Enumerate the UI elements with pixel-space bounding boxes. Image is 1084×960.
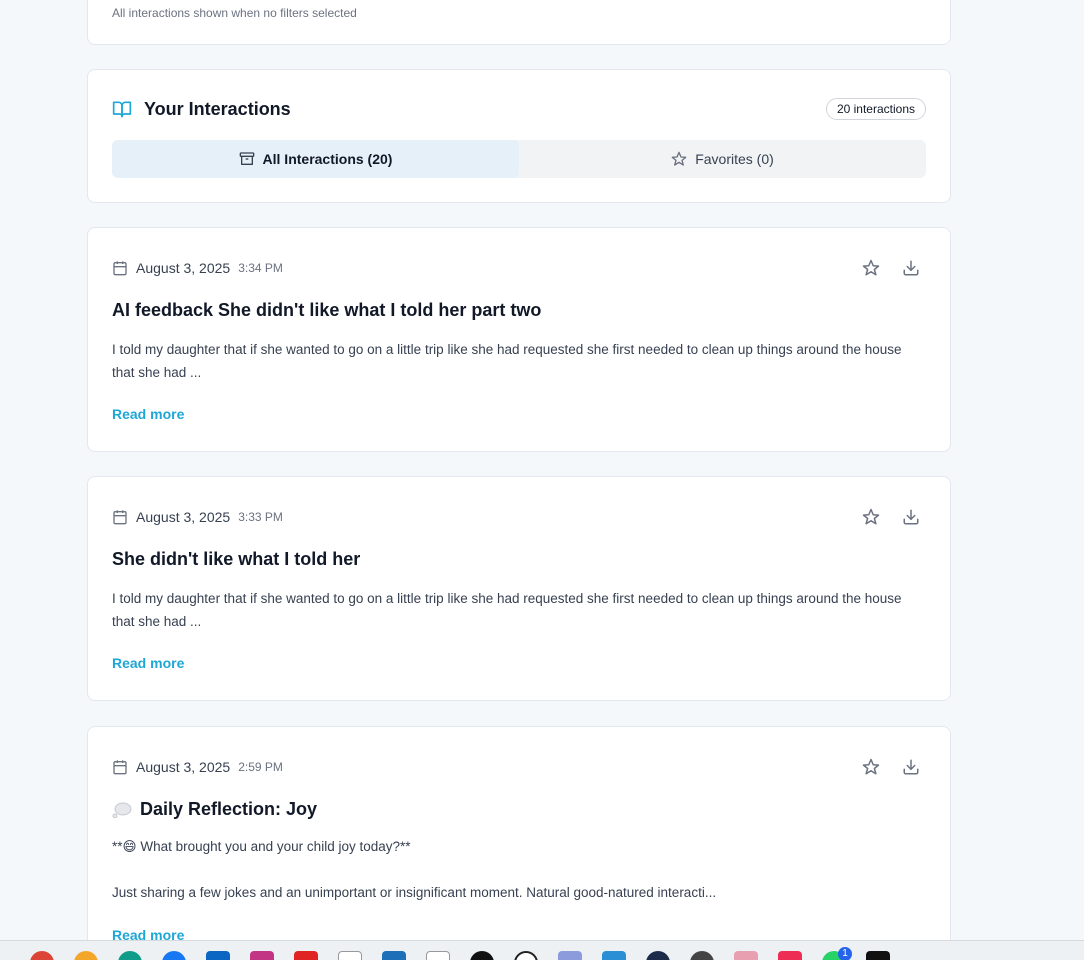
interaction-date: August 3, 2025 <box>136 260 231 276</box>
star-icon <box>671 151 687 166</box>
linkedin-icon[interactable] <box>206 951 230 960</box>
card-actions <box>862 758 920 776</box>
card-actions <box>862 259 920 277</box>
star-icon <box>862 259 880 276</box>
music-icon[interactable] <box>778 951 802 960</box>
openai-icon[interactable] <box>514 951 538 960</box>
page-title: Your Interactions <box>144 99 291 119</box>
favorite-button[interactable] <box>862 758 880 776</box>
interaction-time: 3:34 PM <box>238 261 283 275</box>
star-icon <box>862 758 880 775</box>
tiktok-icon[interactable] <box>470 951 494 960</box>
download-icon <box>903 759 919 775</box>
favorite-button[interactable] <box>862 259 880 277</box>
calendar-icon <box>113 760 127 775</box>
notepad-icon[interactable] <box>426 951 450 960</box>
favorite-button[interactable] <box>862 508 880 526</box>
date-row: August 3, 2025 3:33 PM <box>112 509 283 525</box>
word-icon[interactable] <box>382 951 406 960</box>
interaction-title-text: She didn't like what I told her <box>112 549 361 569</box>
interaction-body: I told my daughter that if she wanted to… <box>112 342 902 380</box>
chrome-icon[interactable] <box>30 951 54 960</box>
app-icon[interactable] <box>690 951 714 960</box>
download-button[interactable] <box>902 508 920 526</box>
body-line-1: **😄 What brought you and your child joy … <box>112 839 411 854</box>
tab-favorites[interactable]: Favorites (0) <box>519 140 926 178</box>
book-open-icon <box>112 101 132 118</box>
read-more-link[interactable]: Read more <box>112 406 184 422</box>
facebook-icon[interactable] <box>162 951 186 960</box>
edge-icon[interactable] <box>118 951 142 960</box>
instagram-icon[interactable] <box>250 951 274 960</box>
interaction-tabs: All Interactions (20) Favorites (0) <box>112 140 926 178</box>
interaction-date: August 3, 2025 <box>136 509 231 525</box>
body-line-2: Just sharing a few jokes and an unimport… <box>112 885 717 900</box>
interaction-body: I told my daughter that if she wanted to… <box>112 591 902 629</box>
app-icon[interactable] <box>734 951 758 960</box>
notification-badge: 1 <box>838 947 852 960</box>
interaction-title-text: Daily Reflection: Joy <box>140 799 318 819</box>
app-icon[interactable] <box>866 951 890 960</box>
interactions-header-card: Your Interactions 20 interactions All In… <box>87 69 951 203</box>
interaction-time: 3:33 PM <box>238 510 283 524</box>
date-row: August 3, 2025 2:59 PM <box>112 759 283 775</box>
calendar-icon <box>113 510 127 525</box>
thought-balloon-icon <box>112 802 132 818</box>
firefox-icon[interactable] <box>74 951 98 960</box>
archive-icon <box>239 152 254 165</box>
interaction-time: 2:59 PM <box>238 760 283 774</box>
filter-note: All interactions shown when no filters s… <box>112 6 357 20</box>
interaction-title[interactable]: She didn't like what I told her <box>112 549 360 570</box>
tab-all-interactions[interactable]: All Interactions (20) <box>112 140 519 178</box>
read-more-link[interactable]: Read more <box>112 655 184 671</box>
download-button[interactable] <box>902 758 920 776</box>
filter-card: All interactions shown when no filters s… <box>87 0 951 45</box>
interaction-title[interactable]: Daily Reflection: Joy <box>112 799 317 820</box>
download-icon <box>903 509 919 525</box>
interaction-card: August 3, 2025 3:34 PM AI feedback She d… <box>87 227 951 452</box>
interactions-count-badge: 20 interactions <box>825 98 926 120</box>
taskbar: 1 <box>0 940 1084 960</box>
interaction-body: **😄 What brought you and your child joy … <box>112 835 912 904</box>
app-icon[interactable] <box>558 951 582 960</box>
tab-all-label: All Interactions (20) <box>262 151 393 167</box>
card-actions <box>862 508 920 526</box>
star-icon <box>862 508 880 525</box>
interaction-date: August 3, 2025 <box>136 759 231 775</box>
download-button[interactable] <box>902 259 920 277</box>
interaction-title[interactable]: AI feedback She didn't like what I told … <box>112 300 541 321</box>
calendar-icon <box>113 261 127 276</box>
download-icon <box>903 260 919 276</box>
interaction-card: August 3, 2025 2:59 PM Daily Reflection:… <box>87 726 951 960</box>
interaction-title-text: AI feedback She didn't like what I told … <box>112 300 542 320</box>
amazon-icon[interactable] <box>338 951 362 960</box>
tab-favorites-label: Favorites (0) <box>695 151 774 167</box>
flipboard-icon[interactable] <box>294 951 318 960</box>
date-row: August 3, 2025 3:34 PM <box>112 260 283 276</box>
calendar-app-icon[interactable] <box>602 951 626 960</box>
app-icon[interactable] <box>646 951 670 960</box>
interaction-card: August 3, 2025 3:33 PM She didn't like w… <box>87 476 951 701</box>
